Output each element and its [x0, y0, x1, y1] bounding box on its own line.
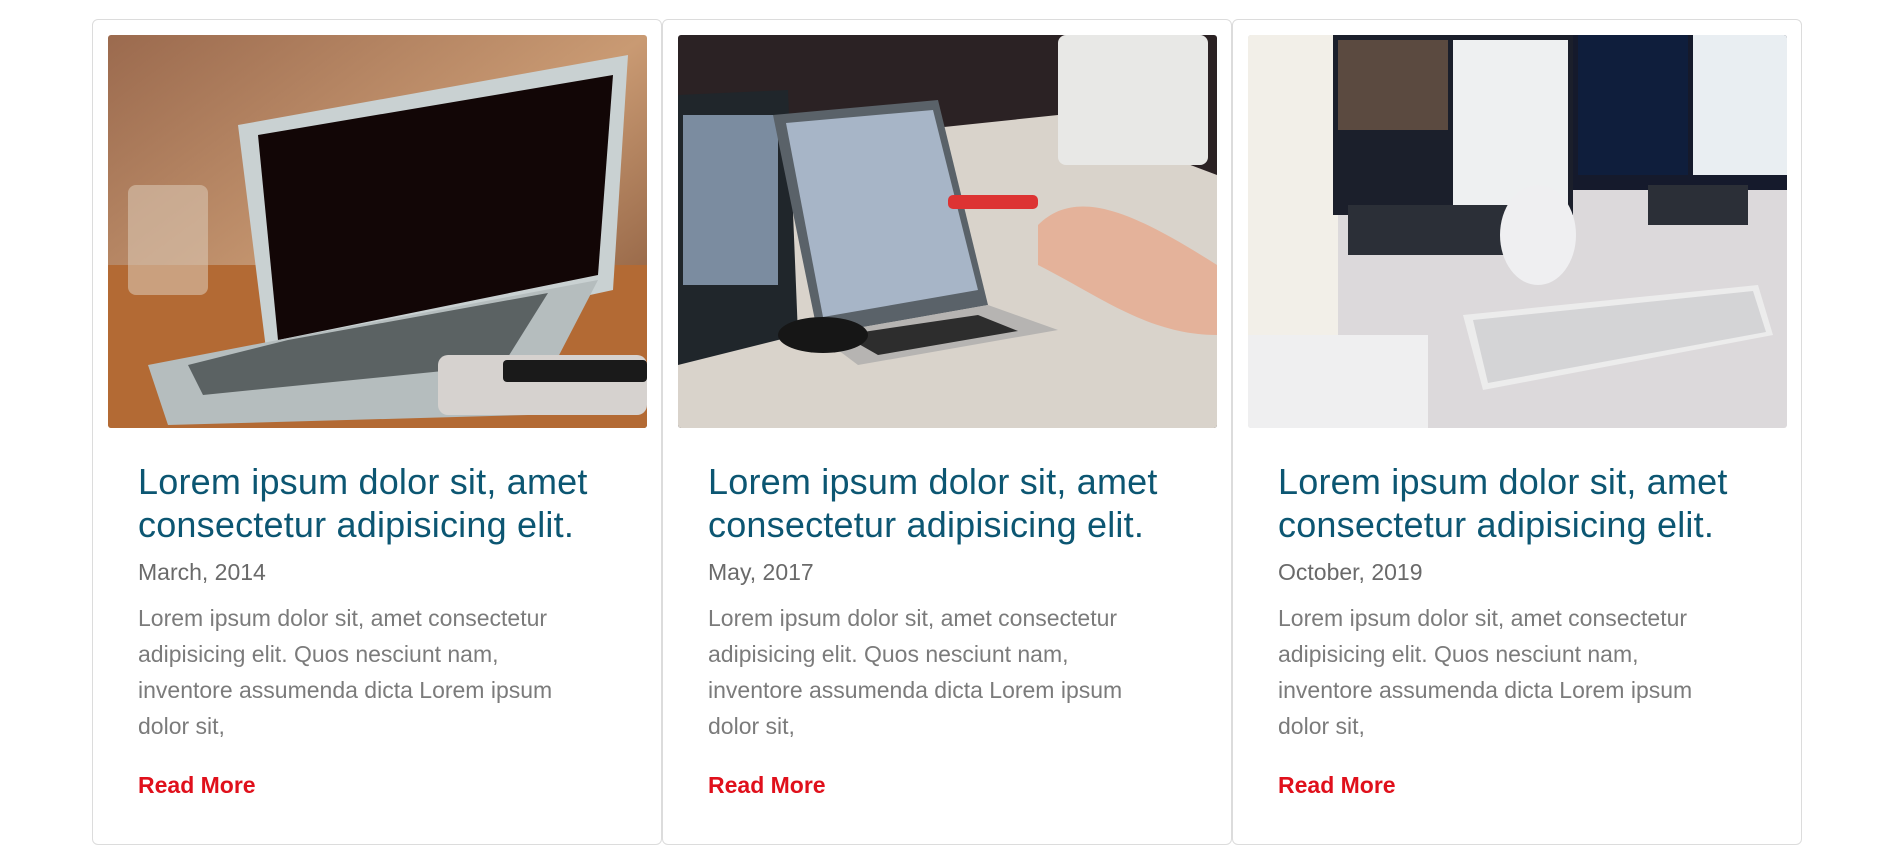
blog-card: Lorem ipsum dolor sit, amet consectetur … — [662, 19, 1232, 845]
blog-card: Lorem ipsum dolor sit, amet consectetur … — [1232, 19, 1802, 845]
card-excerpt: Lorem ipsum dolor sit, amet consectetur … — [708, 605, 1123, 739]
card-title[interactable]: Lorem ipsum dolor sit, amet consectetur … — [1278, 460, 1771, 546]
blog-card: Lorem ipsum dolor sit, amet consectetur … — [92, 19, 662, 845]
card-excerpt: Lorem ipsum dolor sit, amet consectetur … — [138, 605, 553, 739]
meeting-photo[interactable] — [678, 35, 1217, 428]
card-excerpt: Lorem ipsum dolor sit, amet consectetur … — [1278, 605, 1693, 739]
desk-photo[interactable] — [1248, 35, 1787, 428]
read-more-link[interactable]: Read More — [138, 772, 256, 799]
blog-card-list: Lorem ipsum dolor sit, amet consectetur … — [92, 19, 1802, 845]
card-date: March, 2014 — [138, 559, 266, 585]
card-body: Lorem ipsum dolor sit, amet consectetur … — [1278, 460, 1771, 799]
card-title[interactable]: Lorem ipsum dolor sit, amet consectetur … — [708, 460, 1201, 546]
card-body: Lorem ipsum dolor sit, amet consectetur … — [708, 460, 1201, 799]
laptop-photo[interactable] — [108, 35, 647, 428]
card-date: May, 2017 — [708, 559, 814, 585]
card-date: October, 2019 — [1278, 559, 1423, 585]
read-more-link[interactable]: Read More — [708, 772, 826, 799]
card-body: Lorem ipsum dolor sit, amet consectetur … — [138, 460, 631, 799]
card-title[interactable]: Lorem ipsum dolor sit, amet consectetur … — [138, 460, 631, 546]
read-more-link[interactable]: Read More — [1278, 772, 1396, 799]
